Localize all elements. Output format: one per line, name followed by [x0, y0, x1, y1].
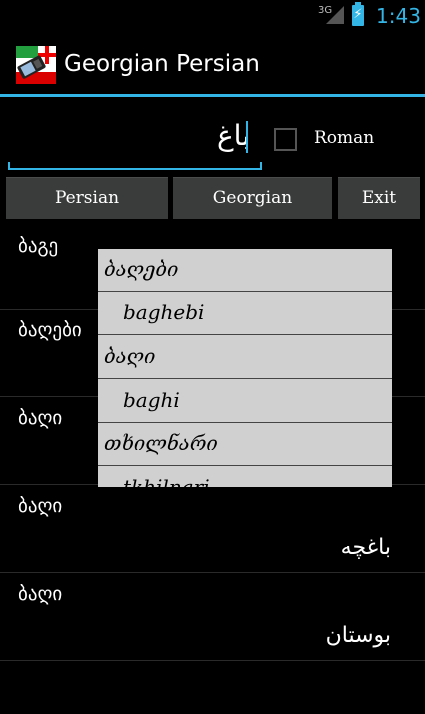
suggestion-item[interactable]: baghebi: [98, 292, 392, 335]
persian-button[interactable]: Persian: [6, 177, 168, 219]
suggestion-item[interactable]: tkhilnari: [98, 467, 392, 487]
battery-charging-icon: ⚡: [352, 2, 364, 26]
action-bar-divider: [0, 94, 425, 97]
suggestion-text: baghi: [123, 388, 180, 412]
suggestion-text: თხილნარი: [104, 431, 218, 455]
list-item[interactable]: ბაღი بوستان: [0, 573, 425, 661]
suggestion-text: tkhilnari: [123, 475, 210, 487]
suggestion-item[interactable]: ბაღები: [98, 249, 392, 292]
georgian-word: ბაგე: [18, 235, 59, 257]
search-input[interactable]: [8, 108, 260, 162]
persian-translation: باغچه: [340, 535, 391, 560]
list-item[interactable]: ბაღი باغچه: [0, 485, 425, 573]
app-title: Georgian Persian: [64, 51, 260, 77]
georgian-word: ბაღები: [18, 319, 82, 341]
exit-button[interactable]: Exit: [338, 177, 420, 219]
persian-translation: بوستان: [325, 623, 391, 648]
status-bar: 3G ⚡ 1:43: [0, 0, 425, 33]
suggestion-item[interactable]: თხილნარი: [98, 423, 392, 466]
suggestion-text: baghebi: [123, 300, 205, 324]
action-bar: Georgian Persian: [0, 33, 425, 95]
georgian-word: ბაღი: [18, 583, 63, 605]
suggestion-text: ბაღი: [104, 344, 156, 368]
georgian-word: ბაღი: [18, 495, 63, 517]
georgian-word: ბაღი: [18, 407, 63, 429]
suggestion-text: ბაღები: [104, 257, 179, 281]
roman-checkbox[interactable]: [274, 128, 297, 151]
suggestion-popup[interactable]: ბაღები baghebi ბაღი baghi თხილნარი tkhil…: [98, 249, 392, 487]
text-cursor: [246, 121, 248, 153]
input-underline: [8, 162, 262, 170]
search-field[interactable]: [8, 108, 262, 172]
clock: 1:43: [376, 4, 421, 28]
suggestion-item[interactable]: ბაღი: [98, 336, 392, 379]
roman-label: Roman: [314, 128, 375, 148]
app-flag-icon[interactable]: [16, 46, 56, 84]
signal-icon: [326, 6, 344, 24]
georgian-button[interactable]: Georgian: [173, 177, 332, 219]
suggestion-item[interactable]: baghi: [98, 380, 392, 423]
